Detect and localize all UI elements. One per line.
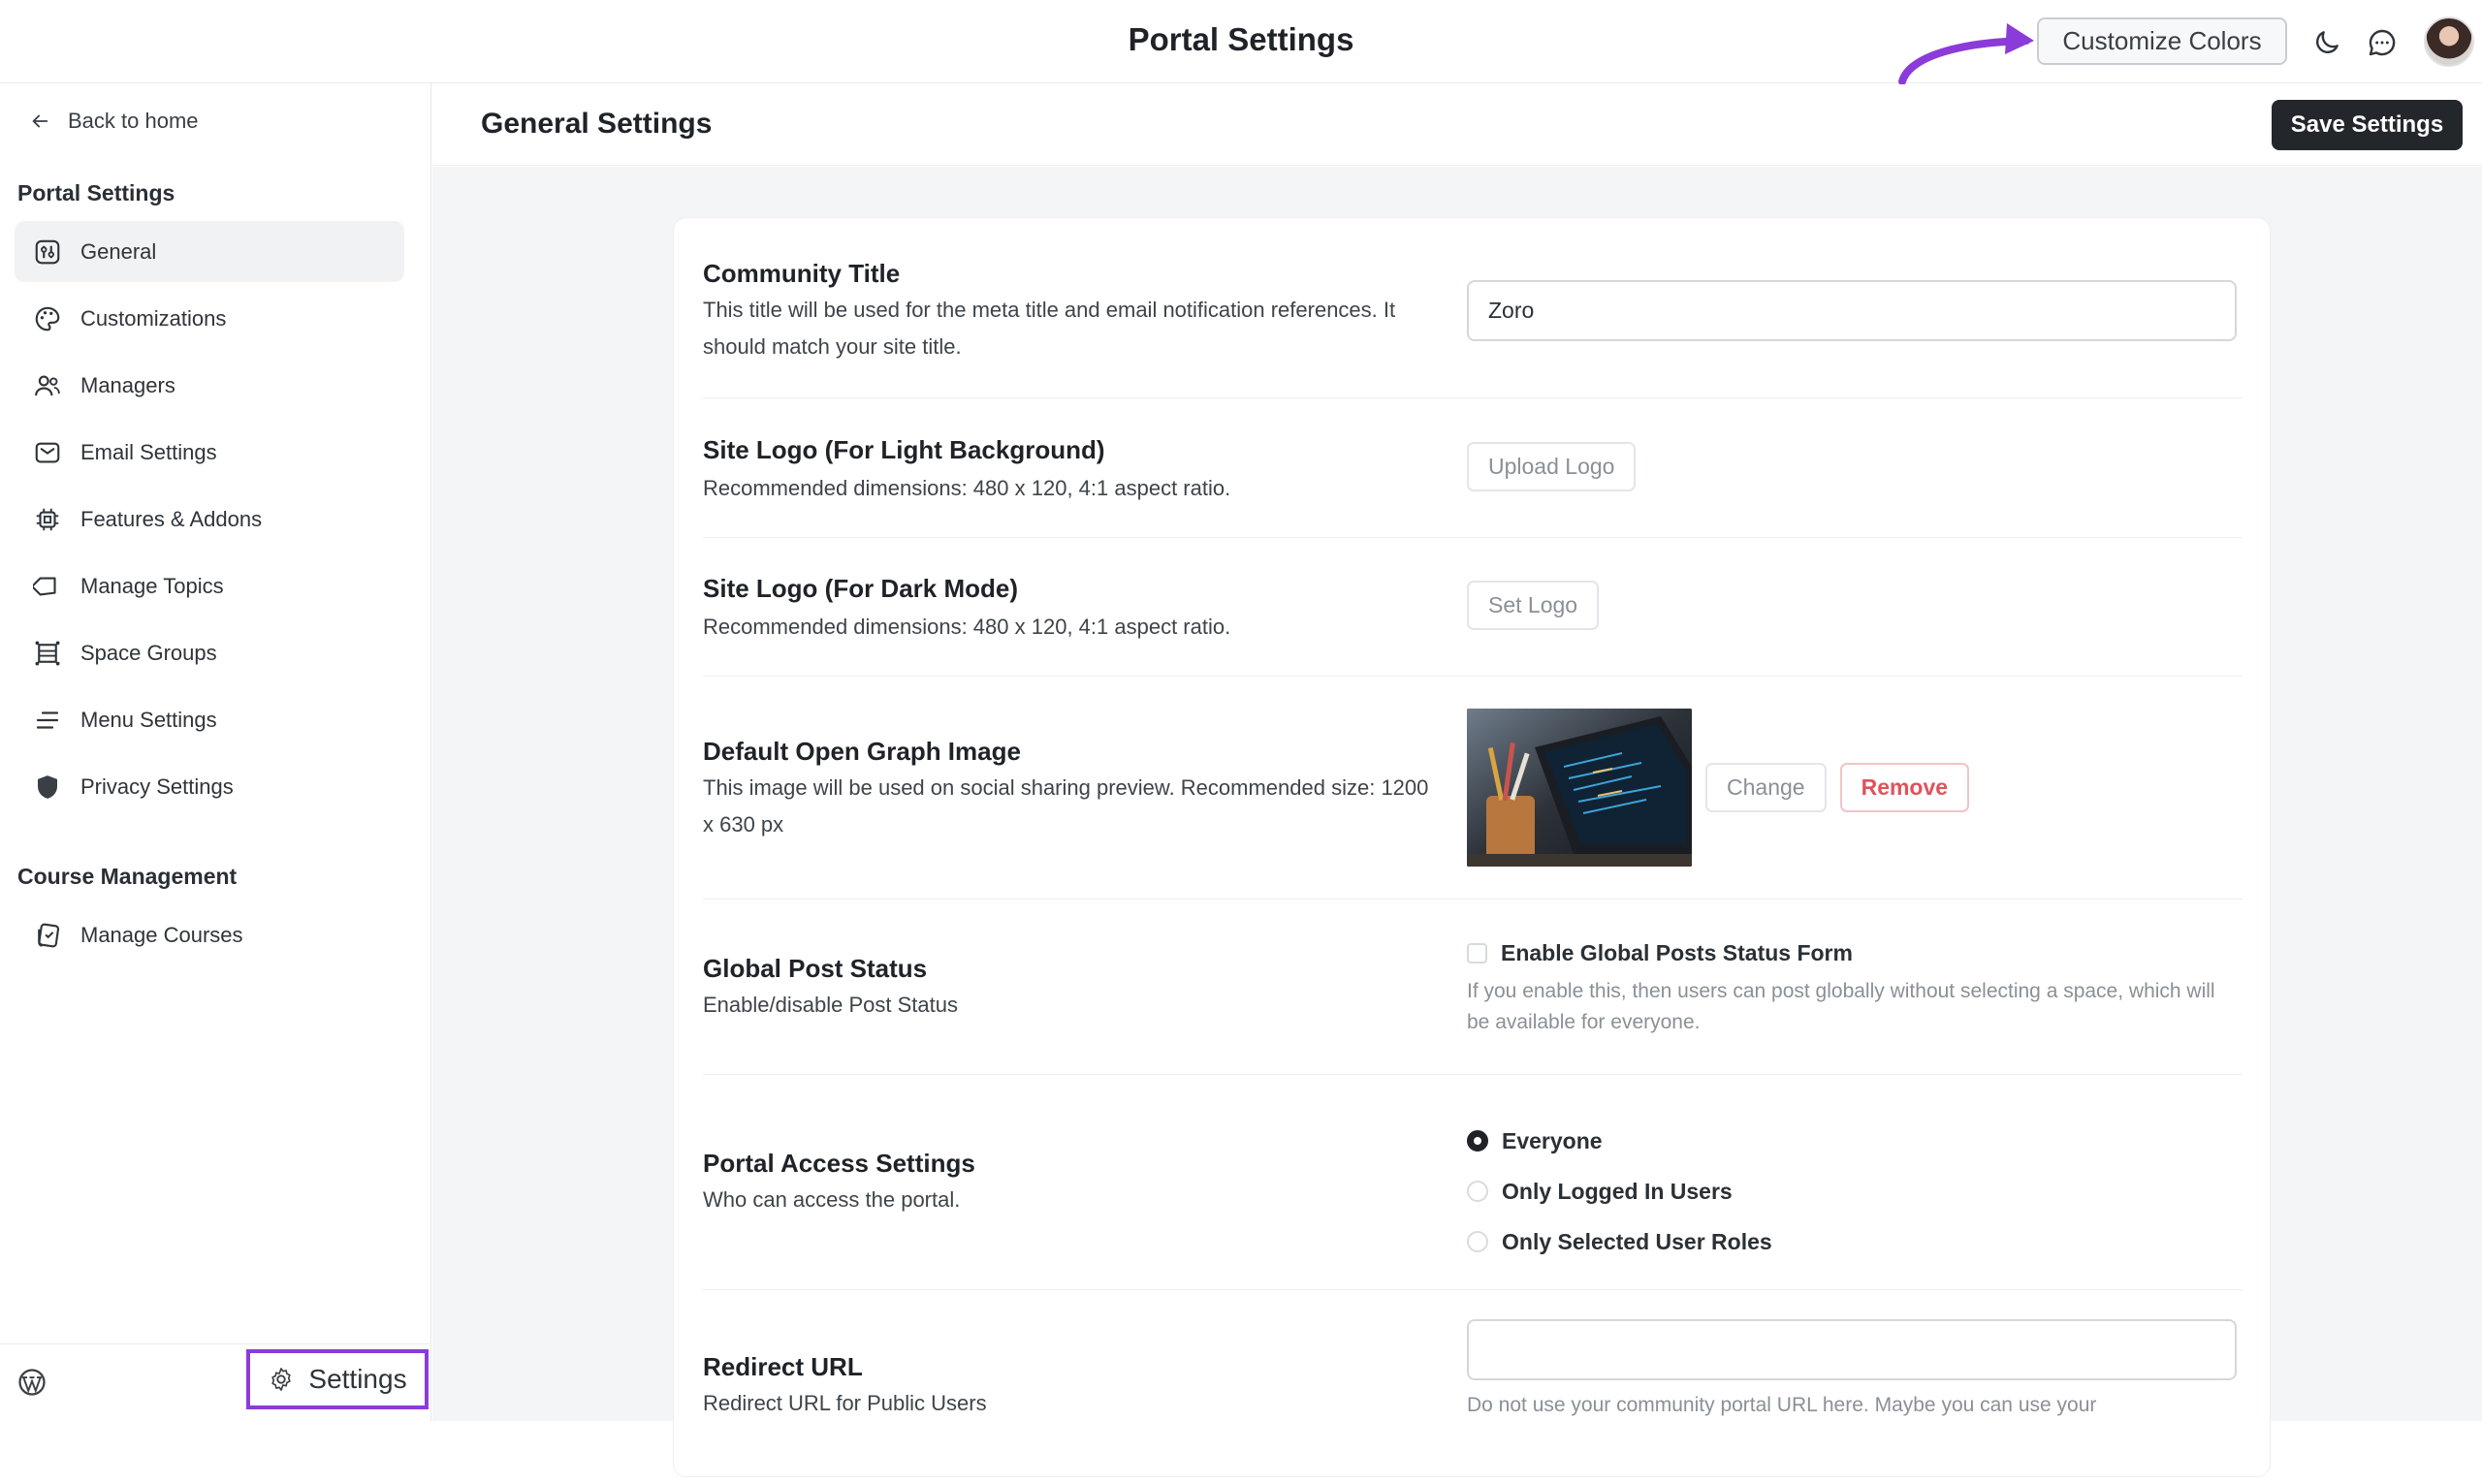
sidebar-item-label: Manage Courses — [80, 922, 243, 947]
wordpress-icon[interactable] — [17, 1368, 47, 1402]
sidebar-item-label: Email Settings — [80, 439, 217, 464]
arrow-left-icon — [32, 114, 48, 128]
access-option-everyone[interactable]: Everyone — [1467, 1116, 1772, 1166]
sidebar-item-privacy-settings[interactable]: Privacy Settings — [15, 756, 404, 817]
grid-icon — [32, 638, 63, 669]
radio-selected[interactable] — [1467, 1130, 1488, 1152]
logo-dark-label: Site Logo (For Dark Mode) — [703, 574, 1018, 603]
redirect-url-row: Redirect URL Redirect URL for Public Use… — [703, 1290, 2243, 1484]
sidebar-item-menu-settings[interactable]: Menu Settings — [15, 689, 404, 750]
content-header: General Settings — [432, 84, 2482, 166]
og-image-desc: This image will be used on social sharin… — [703, 775, 1429, 837]
customize-colors-button[interactable]: Customize Colors — [2037, 17, 2287, 65]
access-option-selected-roles[interactable]: Only Selected User Roles — [1467, 1216, 1772, 1267]
redirect-url-label: Redirect URL — [703, 1352, 863, 1381]
gear-icon — [271, 1368, 292, 1391]
sidebar-item-label: Space Groups — [80, 640, 217, 665]
courses-icon — [32, 920, 63, 951]
og-image-preview — [1467, 709, 1692, 867]
global-post-desc: Enable/disable Post Status — [703, 993, 958, 1017]
sidebar-item-customizations[interactable]: Customizations — [15, 288, 404, 349]
sidebar-item-general[interactable]: General — [15, 221, 404, 282]
portal-access-label: Portal Access Settings — [703, 1149, 975, 1178]
top-bar: Portal Settings Customize Colors — [0, 0, 2482, 85]
sidebar-item-label: Customizations — [80, 305, 227, 331]
menu-icon — [32, 705, 63, 736]
chip-icon — [32, 504, 63, 535]
sidebar-item-label: Manage Topics — [80, 573, 224, 598]
access-option-label: Only Selected User Roles — [1502, 1228, 1772, 1254]
course-management-heading: Course Management — [17, 864, 238, 889]
sidebar-item-label: Managers — [80, 372, 175, 397]
user-avatar[interactable] — [2424, 16, 2474, 67]
mail-icon — [32, 437, 63, 468]
upload-logo-button[interactable]: Upload Logo — [1467, 442, 1637, 491]
global-post-checkbox-label: Enable Global Posts Status Form — [1501, 940, 1853, 965]
sidebar: Back to home Portal Settings General Cus… — [0, 83, 431, 1421]
sidebar-item-space-groups[interactable]: Space Groups — [15, 622, 404, 683]
sidebar-item-manage-topics[interactable]: Manage Topics — [15, 555, 404, 616]
access-option-label: Everyone — [1502, 1127, 1603, 1153]
sliders-icon — [32, 237, 63, 268]
sidebar-item-label: Menu Settings — [80, 707, 217, 732]
sidebar-item-label: General — [80, 238, 157, 264]
sidebar-item-managers[interactable]: Managers — [15, 355, 404, 416]
access-option-logged-in[interactable]: Only Logged In Users — [1467, 1166, 1772, 1216]
global-post-label: Global Post Status — [703, 954, 928, 983]
global-post-checkbox-row[interactable]: Enable Global Posts Status Form — [1467, 940, 2237, 966]
back-to-home-link[interactable]: Back to home — [29, 109, 199, 134]
global-post-hint: If you enable this, then users can post … — [1467, 980, 2215, 1033]
save-settings-button[interactable]: Save Settings — [2272, 100, 2463, 150]
change-image-button[interactable]: Change — [1705, 763, 1827, 812]
sidebar-item-label: Features & Addons — [80, 506, 263, 531]
remove-image-button[interactable]: Remove — [1839, 763, 1970, 812]
portal-access-row: Portal Access Settings Who can access th… — [703, 1075, 2243, 1290]
chat-icon[interactable] — [2363, 23, 2402, 62]
settings-card: Community Title This title will be used … — [673, 217, 2271, 1477]
sidebar-footer: Settings — [0, 1343, 431, 1421]
logo-dark-desc: Recommended dimensions: 480 x 120, 4:1 a… — [703, 615, 1231, 639]
portal-access-desc: Who can access the portal. — [703, 1187, 961, 1212]
main-content: Community Title This title will be used … — [432, 167, 2482, 1477]
logo-light-label: Site Logo (For Light Background) — [703, 435, 1105, 464]
community-title-input[interactable]: Zoro — [1467, 280, 2237, 341]
moon-icon[interactable] — [2307, 23, 2346, 62]
set-logo-button[interactable]: Set Logo — [1467, 581, 1600, 630]
users-icon — [32, 370, 63, 401]
back-label: Back to home — [68, 109, 199, 133]
og-image-label: Default Open Graph Image — [703, 737, 1021, 766]
sidebar-item-features-addons[interactable]: Features & Addons — [15, 489, 404, 550]
radio-unselected[interactable] — [1467, 1231, 1488, 1252]
global-post-checkbox[interactable] — [1467, 943, 1487, 963]
palette-icon — [32, 303, 63, 334]
shield-icon — [32, 772, 63, 803]
community-title-desc: This title will be used for the meta tit… — [703, 298, 1396, 359]
logo-light-row: Site Logo (For Light Background) Recomme… — [703, 398, 2243, 538]
community-title-label: Community Title — [703, 259, 901, 288]
settings-label: Settings — [308, 1364, 407, 1394]
tag-icon — [32, 571, 63, 602]
logo-light-desc: Recommended dimensions: 480 x 120, 4:1 a… — [703, 476, 1231, 500]
annotation-arrow — [1898, 23, 2034, 85]
portal-settings-heading: Portal Settings — [17, 180, 175, 205]
og-image-row: Default Open Graph Image This image will… — [703, 677, 2243, 900]
section-title: General Settings — [481, 108, 713, 140]
redirect-url-desc: Redirect URL for Public Users — [703, 1391, 987, 1415]
sidebar-item-label: Privacy Settings — [80, 774, 234, 799]
redirect-url-hint: Do not use your community portal URL her… — [1467, 1394, 2097, 1416]
community-title-row: Community Title This title will be used … — [703, 218, 2243, 398]
sidebar-item-manage-courses[interactable]: Manage Courses — [15, 904, 404, 965]
redirect-url-input[interactable] — [1467, 1319, 2237, 1380]
sidebar-item-email-settings[interactable]: Email Settings — [15, 422, 404, 483]
global-post-row: Global Post Status Enable/disable Post S… — [703, 900, 2243, 1075]
settings-button[interactable]: Settings — [246, 1349, 429, 1409]
radio-unselected[interactable] — [1467, 1181, 1488, 1202]
access-option-label: Only Logged In Users — [1502, 1178, 1733, 1204]
logo-dark-row: Site Logo (For Dark Mode) Recommended di… — [703, 538, 2243, 677]
